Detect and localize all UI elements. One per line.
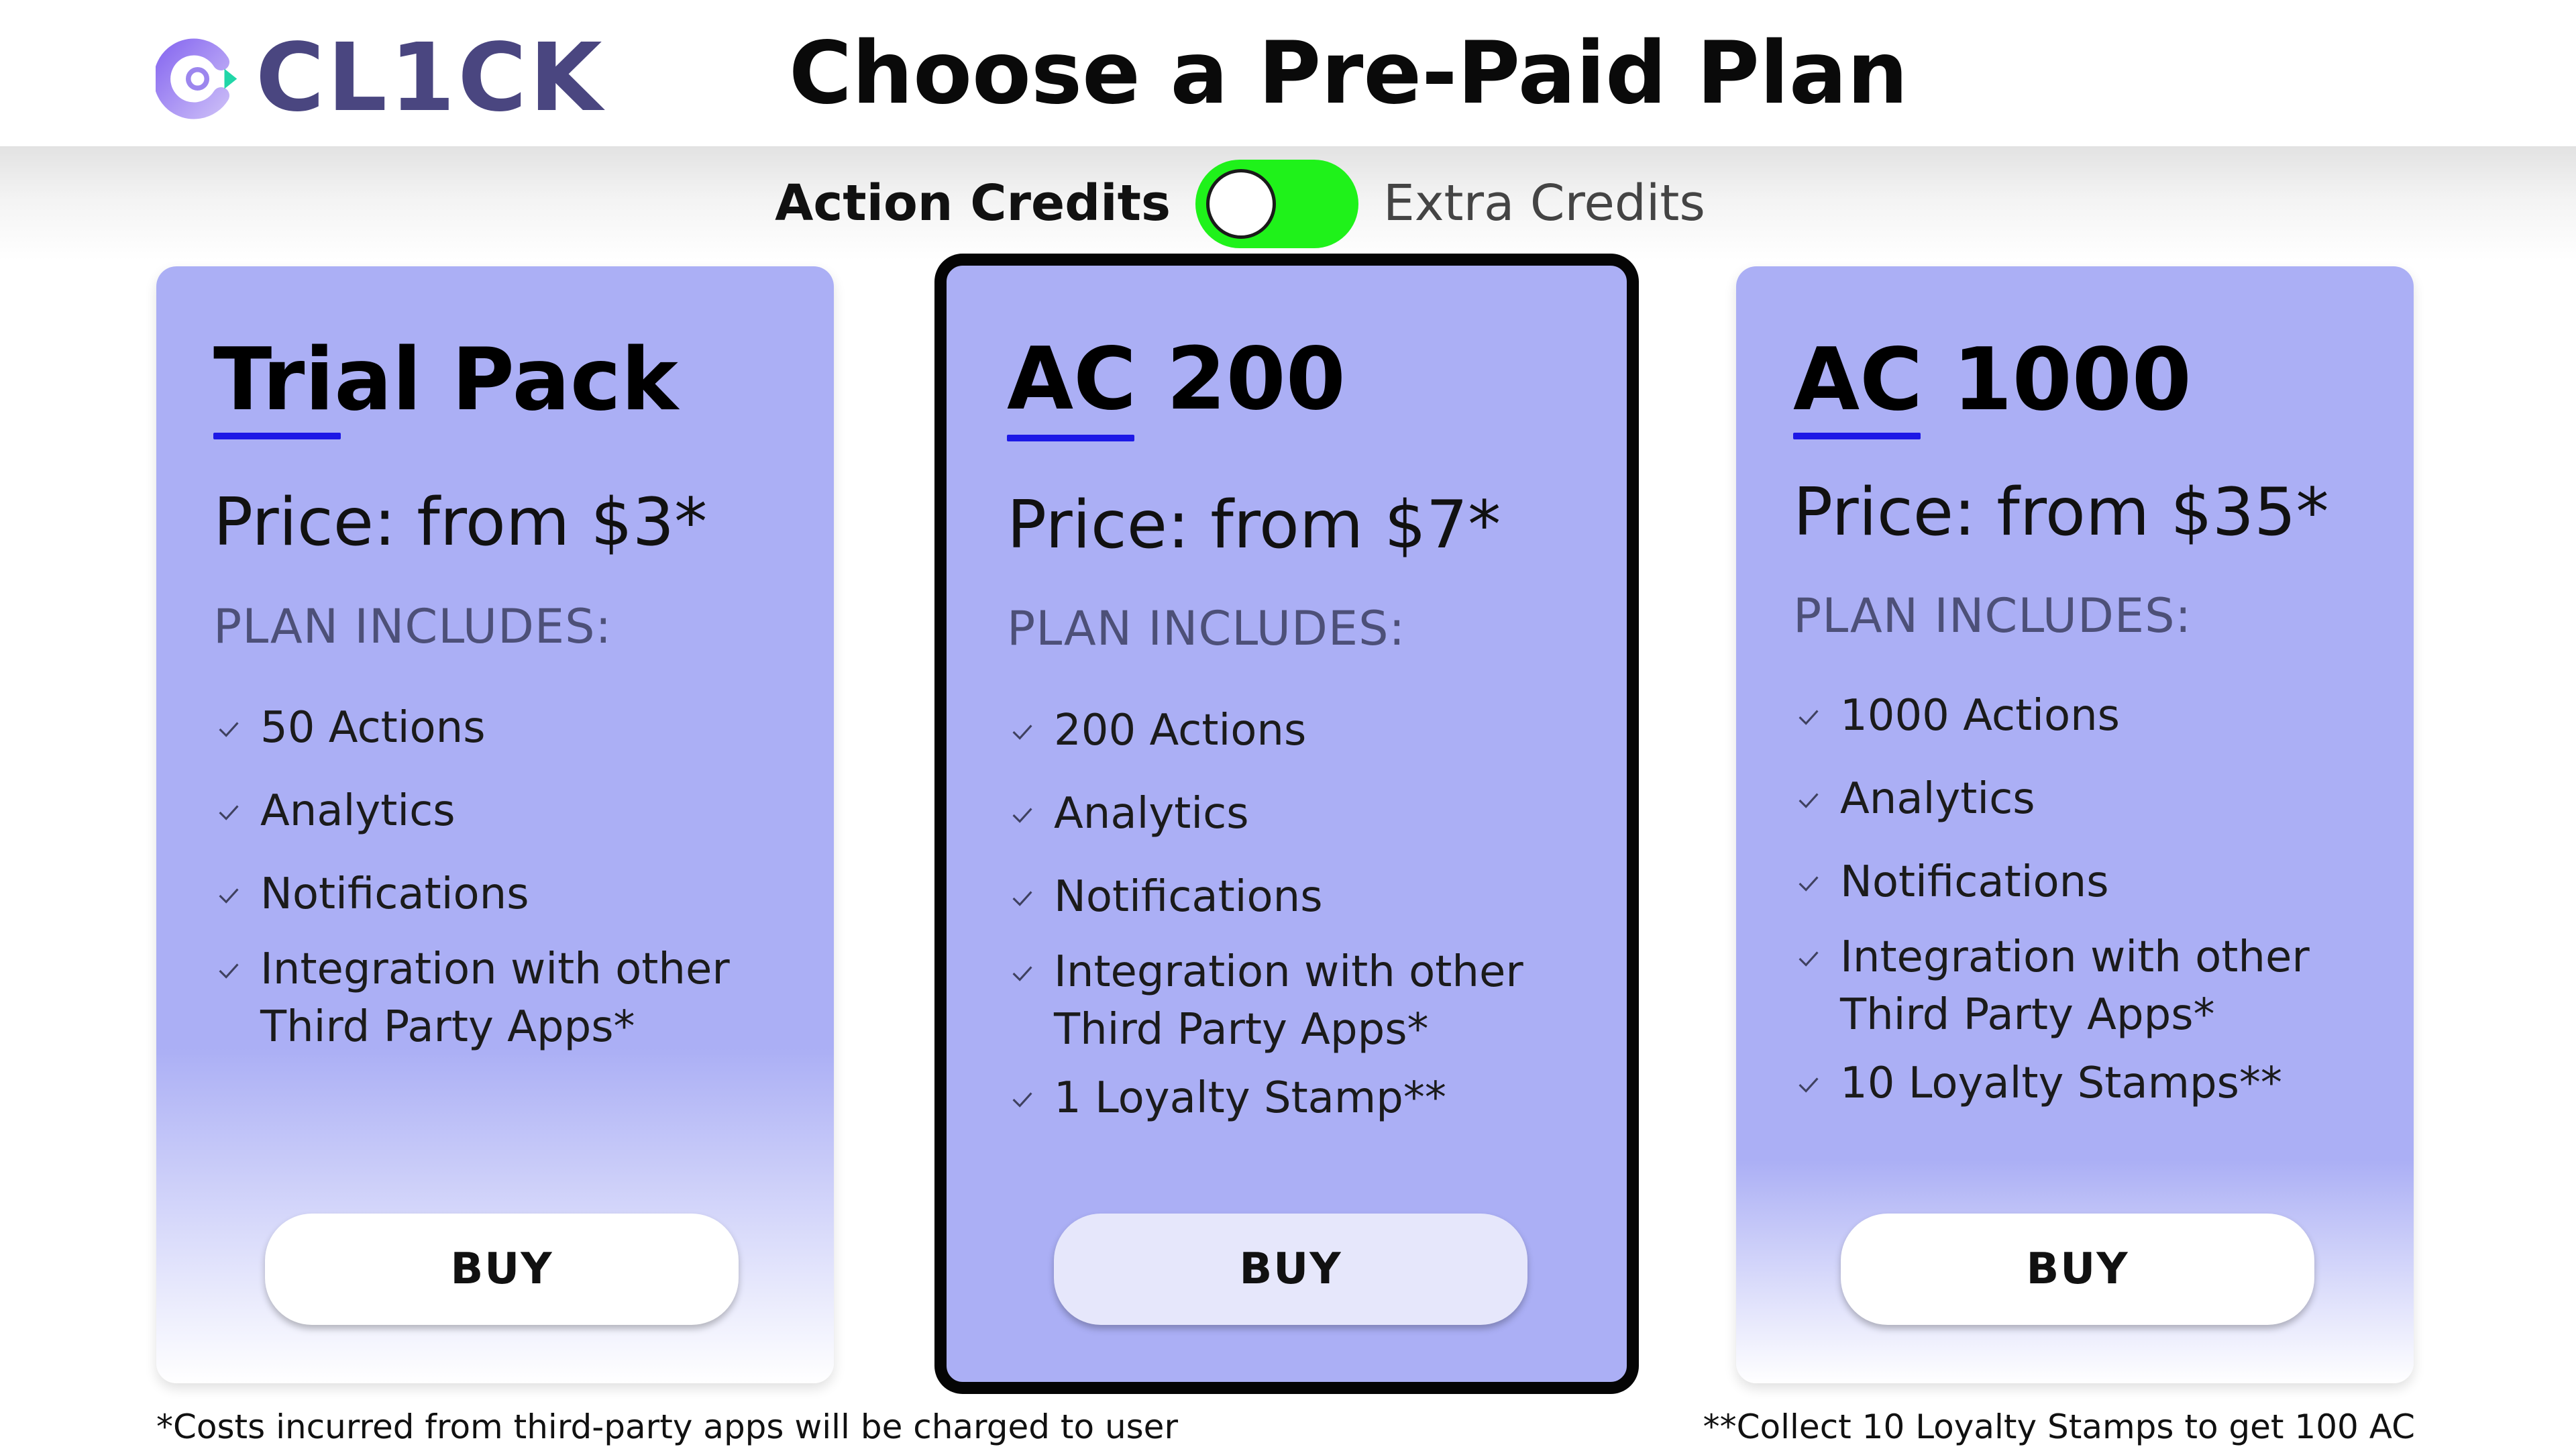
- plan-price: Price: from $3*: [213, 484, 708, 561]
- feature-item: Analytics: [1007, 785, 1249, 843]
- feature-text: 200 Actions: [1054, 706, 1307, 755]
- feature-text: 1 Loyalty Stamp**: [1054, 1073, 1446, 1123]
- feature-text: Integration with other Third Party Apps*: [1054, 947, 1523, 1055]
- toggle-label-extra-credits[interactable]: Extra Credits: [1383, 174, 1705, 232]
- check-icon: [1012, 966, 1032, 981]
- feature-item: Notifications: [1007, 868, 1323, 926]
- feature-text: Notifications: [260, 869, 529, 919]
- feature-text: Notifications: [1054, 872, 1323, 922]
- plan-includes-label: PLAN INCLUDES:: [1793, 588, 2192, 643]
- plan-includes-label: PLAN INCLUDES:: [1007, 601, 1406, 656]
- plan-name-underline: [213, 433, 341, 439]
- check-icon: [1799, 951, 1819, 967]
- switch-knob[interactable]: [1206, 169, 1276, 239]
- logo[interactable]: CL1CK: [156, 23, 605, 133]
- buy-button-trial-pack[interactable]: BUY: [265, 1214, 739, 1325]
- footnote-loyalty-stamps: **Collect 10 Loyalty Stamps to get 100 A…: [1703, 1407, 2415, 1446]
- plan-name: AC 200: [1007, 329, 1346, 429]
- check-icon: [1799, 793, 1819, 808]
- credit-type-switch[interactable]: [1195, 160, 1358, 248]
- check-icon: [219, 888, 239, 904]
- feature-item: 200 Actions: [1007, 702, 1306, 759]
- feature-item: Integration with other Third Party Apps*: [1793, 928, 2310, 1044]
- check-icon: [1012, 808, 1032, 823]
- feature-item: Integration with other Third Party Apps*: [1007, 943, 1523, 1059]
- check-icon: [219, 805, 239, 820]
- feature-item: 50 Actions: [213, 699, 486, 757]
- feature-item: Analytics: [1793, 770, 2035, 828]
- check-icon: [1799, 876, 1819, 892]
- plan-card-trial-pack: Trial Pack Price: from $3* PLAN INCLUDES…: [156, 266, 834, 1383]
- check-icon: [1012, 724, 1032, 740]
- footnote-third-party-costs: *Costs incurred from third-party apps wi…: [156, 1407, 1178, 1446]
- check-icon: [219, 963, 239, 979]
- plan-name: AC 1000: [1793, 330, 2192, 430]
- plan-price: Price: from $35*: [1793, 474, 2329, 551]
- plan-name-underline: [1007, 435, 1134, 441]
- check-icon: [1012, 891, 1032, 906]
- plan-price: Price: from $7*: [1007, 487, 1501, 564]
- feature-text: 10 Loyalty Stamps**: [1840, 1059, 2282, 1108]
- feature-item: Notifications: [1793, 853, 2109, 911]
- plan-includes-label: PLAN INCLUDES:: [213, 599, 612, 654]
- feature-text: Analytics: [1840, 774, 2035, 824]
- check-icon: [219, 722, 239, 737]
- check-icon: [1012, 1092, 1032, 1108]
- buy-button-ac-200[interactable]: BUY: [1054, 1214, 1527, 1325]
- toggle-label-action-credits[interactable]: Action Credits: [775, 174, 1171, 232]
- check-icon: [1799, 710, 1819, 725]
- click-logo-icon: [156, 38, 237, 119]
- page-title: Choose a Pre-Paid Plan: [789, 23, 1909, 123]
- header: CL1CK Choose a Pre-Paid Plan: [0, 0, 2576, 146]
- feature-item: 1000 Actions: [1793, 687, 2120, 745]
- feature-text: Notifications: [1840, 857, 2109, 907]
- feature-text: 1000 Actions: [1840, 691, 2120, 741]
- plan-name-underline: [1793, 433, 1921, 439]
- feature-text: Integration with other Third Party Apps*: [1840, 932, 2310, 1040]
- feature-text: Analytics: [260, 786, 455, 836]
- plan-name: Trial Pack: [213, 330, 678, 430]
- feature-text: Integration with other Third Party Apps*: [260, 945, 730, 1053]
- logo-text: CL1CK: [256, 23, 605, 133]
- feature-text: Analytics: [1054, 789, 1249, 839]
- credit-type-toggle-row: Action Credits Extra Credits: [0, 154, 2576, 248]
- feature-item: 1 Loyalty Stamp**: [1007, 1069, 1446, 1127]
- buy-button-ac-1000[interactable]: BUY: [1841, 1214, 2314, 1325]
- plan-card-ac-1000: AC 1000 Price: from $35* PLAN INCLUDES: …: [1736, 266, 2414, 1383]
- feature-item: 10 Loyalty Stamps**: [1793, 1055, 2282, 1112]
- plan-card-ac-200: AC 200 Price: from $7* PLAN INCLUDES: 20…: [934, 254, 1639, 1394]
- feature-item: Integration with other Third Party Apps*: [213, 941, 730, 1057]
- feature-item: Analytics: [213, 782, 455, 840]
- check-icon: [1799, 1077, 1819, 1093]
- feature-text: 50 Actions: [260, 703, 486, 753]
- feature-item: Notifications: [213, 865, 529, 923]
